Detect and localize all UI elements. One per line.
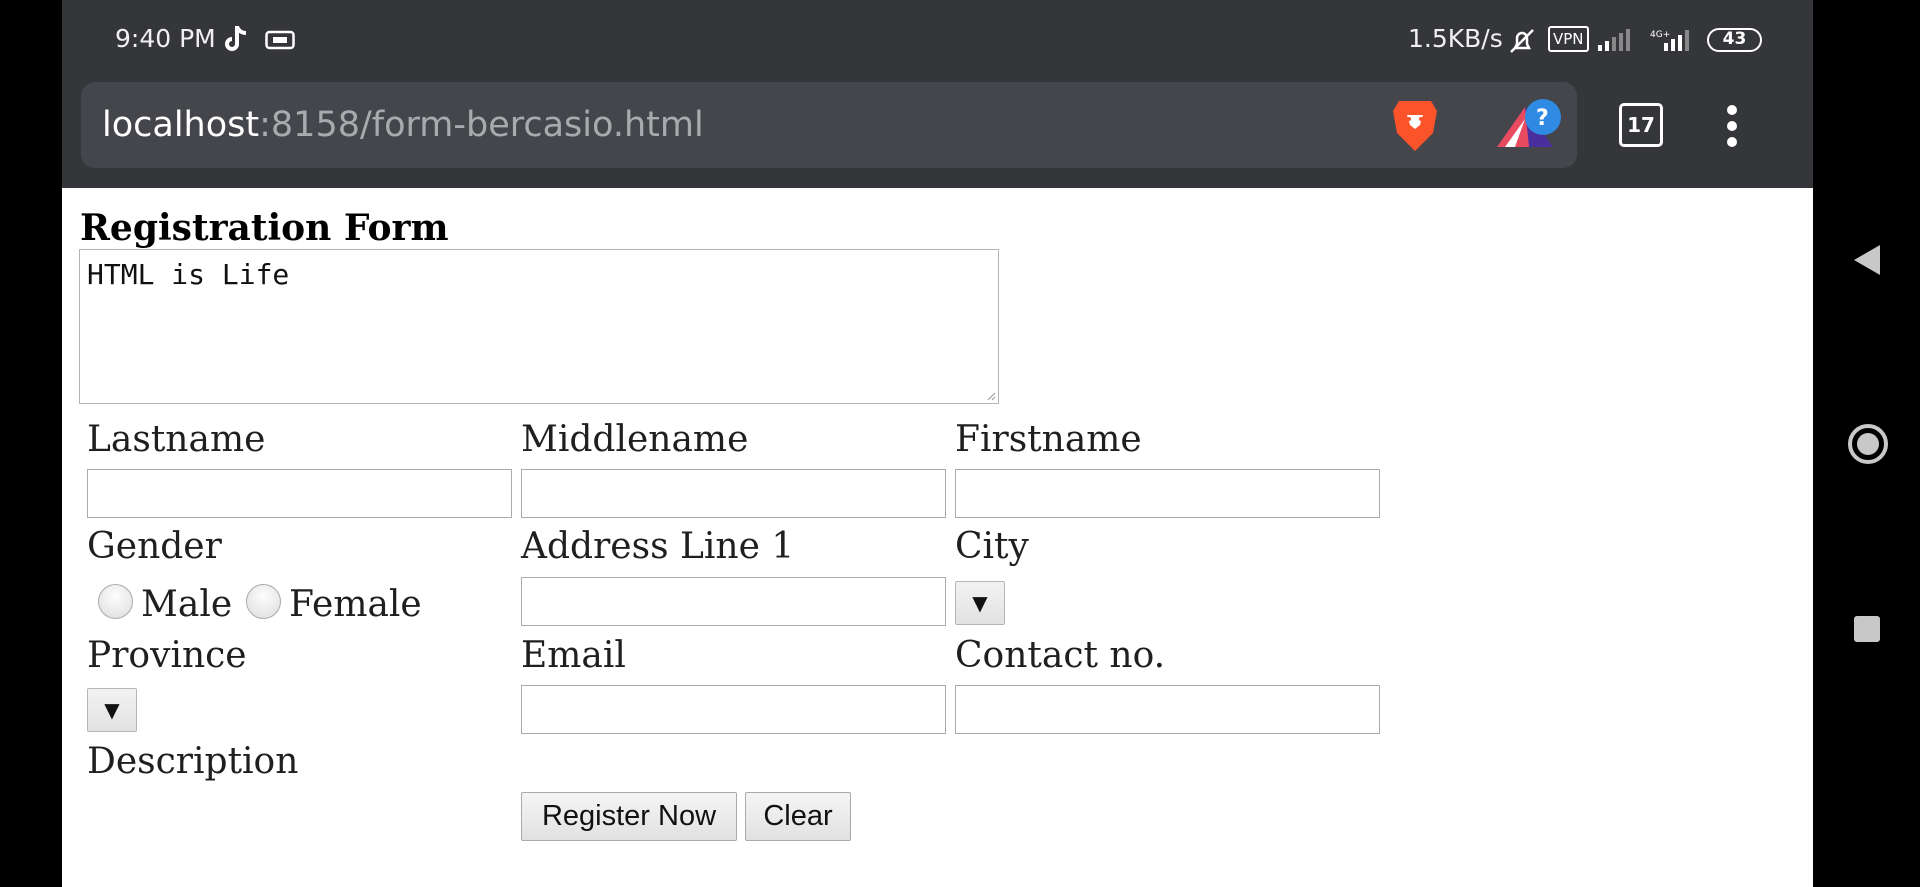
description-label: Description: [87, 741, 299, 782]
city-select[interactable]: ▼: [955, 581, 1005, 625]
gender-male-radio[interactable]: [98, 584, 133, 619]
svg-text:?: ?: [1536, 106, 1549, 131]
clear-button[interactable]: Clear: [745, 792, 851, 841]
address1-label: Address Line 1: [521, 526, 795, 567]
browser-chrome: 9:40 PM 1.5KB/s VPN 4G+ 43 localhost:815…: [62, 0, 1813, 188]
url-text[interactable]: localhost:8158/form-bercasio.html: [102, 102, 704, 148]
page-title: Registration Form: [80, 207, 449, 249]
svg-text:4G+: 4G+: [1650, 30, 1670, 40]
textarea-value: HTML is Life: [87, 258, 290, 291]
firstname-input[interactable]: [955, 469, 1380, 518]
description-textarea[interactable]: HTML is Life: [79, 249, 999, 404]
firstname-label: Firstname: [955, 419, 1142, 460]
tiktok-icon: [224, 24, 250, 58]
address1-input[interactable]: [521, 577, 946, 626]
network-speed: 1.5KB/s: [1408, 24, 1503, 53]
signal-4g-icon: 4G+: [1650, 27, 1694, 57]
cast-icon: [265, 30, 295, 54]
system-nav-bar: [1813, 0, 1920, 887]
brave-rewards-icon[interactable]: ?: [1495, 95, 1565, 159]
gender-female-radio[interactable]: [246, 584, 281, 619]
browser-screen: 9:40 PM 1.5KB/s VPN 4G+ 43 localhost:815…: [62, 0, 1813, 887]
gender-female-label: Female: [289, 584, 422, 625]
url-host: localhost: [102, 105, 260, 145]
battery-indicator: 43: [1707, 28, 1762, 52]
gender-label: Gender: [87, 526, 222, 567]
city-label: City: [955, 526, 1029, 567]
province-label: Province: [87, 635, 247, 676]
gender-male-label: Male: [141, 584, 233, 625]
address-bar[interactable]: localhost:8158/form-bercasio.html: [81, 82, 1577, 168]
vpn-badge: VPN: [1548, 26, 1589, 52]
email-label: Email: [521, 635, 626, 676]
middlename-input[interactable]: [521, 469, 946, 518]
more-icon[interactable]: [1725, 105, 1739, 151]
contact-input[interactable]: [955, 685, 1380, 734]
register-button[interactable]: Register Now: [521, 792, 737, 841]
email-input[interactable]: [521, 685, 946, 734]
province-select[interactable]: ▼: [87, 688, 137, 732]
home-icon[interactable]: [1847, 423, 1889, 469]
middlename-label: Middlename: [521, 419, 749, 460]
brave-lion-icon[interactable]: [1389, 97, 1441, 159]
status-time: 9:40 PM: [115, 24, 216, 53]
mute-icon: [1507, 26, 1537, 60]
tabs-icon[interactable]: 17: [1619, 103, 1663, 147]
recents-icon[interactable]: [1852, 614, 1882, 648]
lastname-input[interactable]: [87, 469, 512, 518]
resize-handle-icon[interactable]: [986, 391, 996, 401]
lastname-label: Lastname: [87, 419, 266, 460]
contact-label: Contact no.: [955, 635, 1166, 676]
signal-icon: [1597, 27, 1631, 57]
back-icon[interactable]: [1852, 243, 1882, 281]
url-path: :8158/form-bercasio.html: [259, 105, 704, 145]
